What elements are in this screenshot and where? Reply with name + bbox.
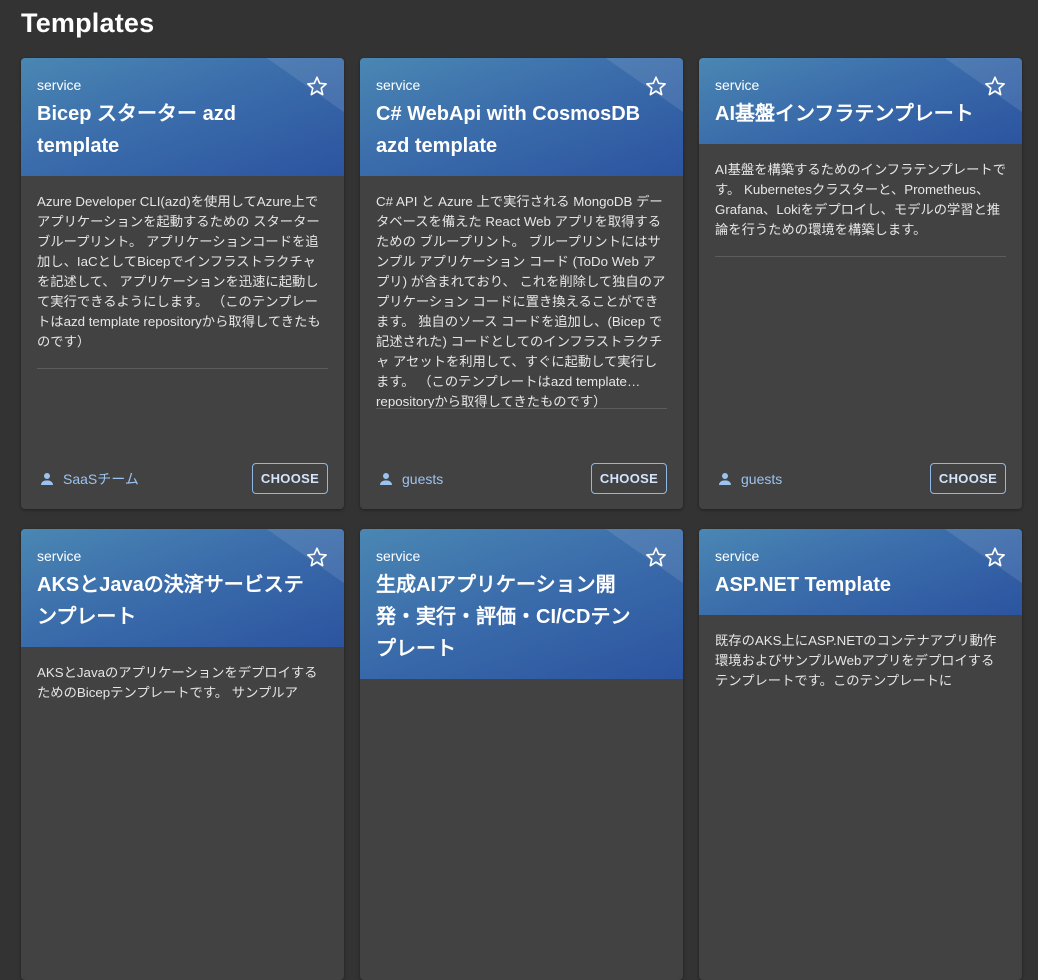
- card-footer: guests CHOOSE: [376, 463, 667, 509]
- star-outline-icon[interactable]: [645, 546, 667, 568]
- card-type: service: [715, 548, 760, 564]
- card-type: service: [37, 548, 82, 564]
- template-card: service Bicep スターター azd template Azure D…: [21, 58, 344, 509]
- star-outline-icon[interactable]: [645, 75, 667, 97]
- card-description: 既存のAKS上にASP.NETのコンテナアプリ動作環境およびサンプルWebアプリ…: [715, 633, 997, 688]
- card-title: C# WebApi with CosmosDB azd template: [376, 103, 641, 157]
- card-header: service AKSとJavaの決済サービステンプレート: [21, 529, 344, 647]
- card-body: 既存のAKS上にASP.NETのコンテナアプリ動作環境およびサンプルWebアプリ…: [699, 615, 1022, 980]
- card-title: AKSとJavaの決済サービステンプレート: [37, 574, 304, 628]
- template-card: service ASP.NET Template 既存のAKS上にASP.NET…: [699, 529, 1022, 980]
- card-type: service: [37, 77, 82, 93]
- template-card: service 生成AIアプリケーション開発・実行・評価・CI/CDテンプレート: [360, 529, 683, 980]
- card-body: Azure Developer CLI(azd)を使用してAzure上でアプリケ…: [21, 176, 344, 509]
- person-icon: [719, 472, 731, 485]
- owner-name: guests: [741, 470, 783, 487]
- owner-link[interactable]: guests: [715, 471, 782, 487]
- choose-button[interactable]: CHOOSE: [591, 463, 667, 494]
- card-footer: SaaSチーム CHOOSE: [37, 463, 328, 509]
- card-description: Azure Developer CLI(azd)を使用してAzure上でアプリケ…: [37, 194, 321, 349]
- template-grid: service Bicep スターター azd template Azure D…: [21, 58, 1022, 980]
- card-title: 生成AIアプリケーション開発・実行・評価・CI/CDテンプレート: [376, 574, 631, 660]
- template-card: service AI基盤インフラテンプレート AI基盤を構築するためのインフラテ…: [699, 58, 1022, 509]
- owner-link[interactable]: guests: [376, 471, 443, 487]
- person-icon: [380, 472, 392, 485]
- page-title: Templates: [21, 8, 155, 38]
- card-title: ASP.NET Template: [715, 574, 891, 596]
- card-header: service C# WebApi with CosmosDB azd temp…: [360, 58, 683, 176]
- choose-button[interactable]: CHOOSE: [930, 463, 1006, 494]
- card-body: AKSとJavaのアプリケーションをデプロイするためのBicepテンプレートです…: [21, 647, 344, 980]
- card-description: AI基盤を構築するためのインフラテンプレートです。 Kubernetesクラスタ…: [715, 162, 1006, 237]
- card-header: service 生成AIアプリケーション開発・実行・評価・CI/CDテンプレート: [360, 529, 683, 679]
- choose-button[interactable]: CHOOSE: [252, 463, 328, 494]
- card-header: service Bicep スターター azd template: [21, 58, 344, 176]
- card-footer: guests CHOOSE: [715, 463, 1006, 509]
- card-header: service ASP.NET Template: [699, 529, 1022, 615]
- owner-link[interactable]: SaaSチーム: [37, 469, 139, 489]
- template-card: service C# WebApi with CosmosDB azd temp…: [360, 58, 683, 509]
- card-body: C# API と Azure 上で実行される MongoDB データベースを備え…: [360, 176, 683, 509]
- owner-name: SaaSチーム: [63, 470, 139, 487]
- star-outline-icon[interactable]: [984, 546, 1006, 568]
- card-body: [360, 679, 683, 980]
- card-description: C# API と Azure 上で実行される MongoDB データベースを備え…: [376, 194, 666, 408]
- card-title: Bicep スターター azd template: [37, 103, 236, 157]
- card-header: service AI基盤インフラテンプレート: [699, 58, 1022, 144]
- card-type: service: [376, 77, 421, 93]
- star-outline-icon[interactable]: [306, 75, 328, 97]
- template-card: service AKSとJavaの決済サービステンプレート AKSとJavaのア…: [21, 529, 344, 980]
- card-title: AI基盤インフラテンプレート: [715, 103, 974, 125]
- card-description: [376, 695, 667, 711]
- owner-name: guests: [402, 470, 444, 487]
- person-icon: [41, 472, 53, 485]
- card-description: AKSとJavaのアプリケーションをデプロイするためのBicepテンプレートです…: [37, 665, 318, 700]
- star-outline-icon[interactable]: [984, 75, 1006, 97]
- card-type: service: [715, 77, 760, 93]
- star-outline-icon[interactable]: [306, 546, 328, 568]
- card-body: AI基盤を構築するためのインフラテンプレートです。 Kubernetesクラスタ…: [699, 144, 1022, 509]
- card-type: service: [376, 548, 421, 564]
